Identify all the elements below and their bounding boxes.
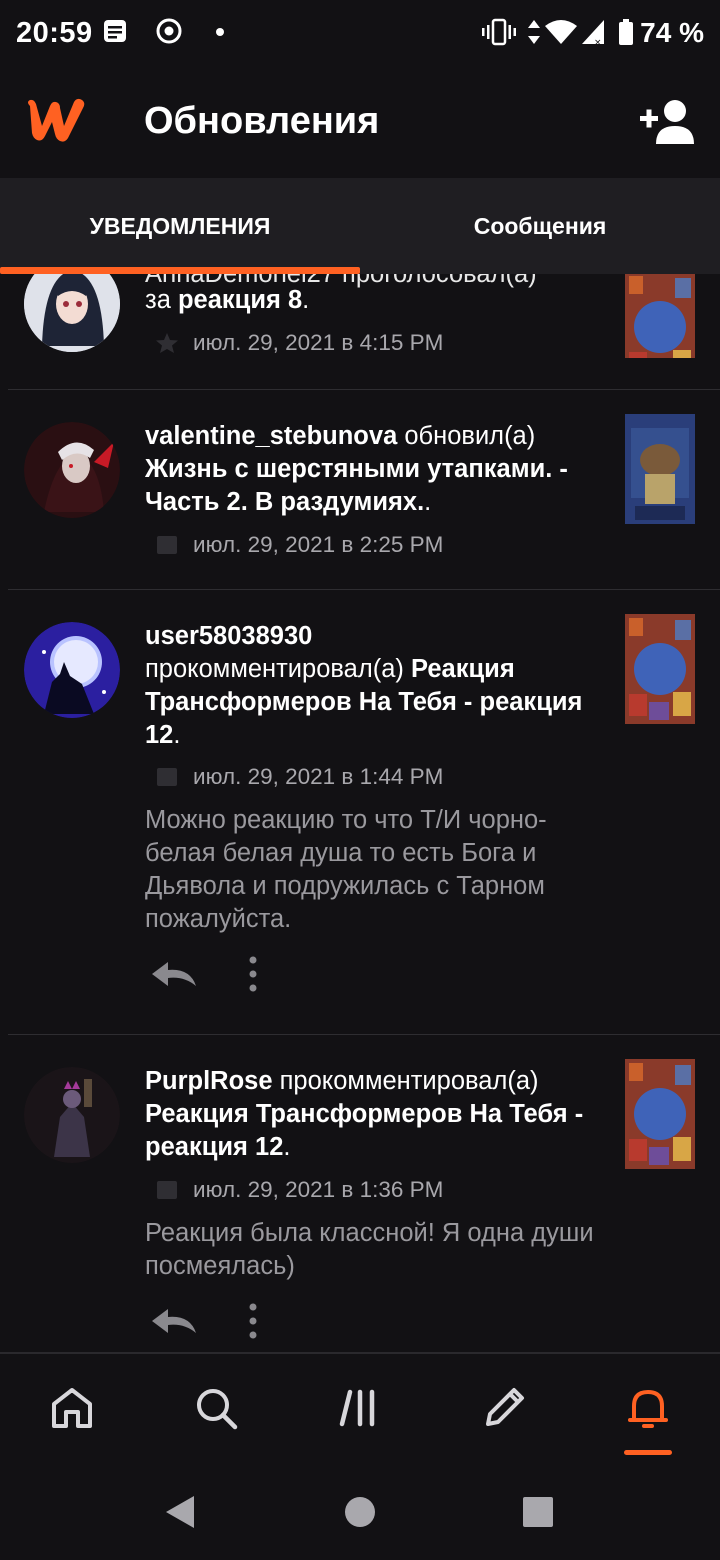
avatar-image — [24, 422, 120, 518]
comment-icon — [157, 1181, 177, 1199]
story-cover-thumbnail[interactable] — [625, 1059, 695, 1169]
tab-messages-label: Сообщения — [473, 212, 607, 239]
library-icon[interactable] — [336, 1384, 384, 1432]
notification-meta: июл. 29, 2021 в 4:15 PM — [145, 330, 443, 356]
notification-text: user58038930 прокомментировал(а) Реакция… — [145, 622, 583, 749]
notification-item[interactable]: AnnaDemonel27 проголосовал(а) за реакция… — [0, 274, 720, 390]
username[interactable]: user58038930 — [145, 622, 312, 650]
avatar-image — [24, 274, 120, 352]
notification-item[interactable]: user58038930 прокомментировал(а) Реакция… — [0, 590, 720, 1035]
recents-icon[interactable] — [522, 1496, 554, 1528]
avatar-image — [24, 622, 120, 718]
reply-icon[interactable] — [150, 958, 198, 990]
vibrate-icon — [482, 18, 516, 46]
bottom-nav — [0, 1352, 720, 1466]
tab-bar: УВЕДОМЛЕНИЯ Сообщения — [0, 178, 720, 274]
system-navigation-bar — [0, 1464, 720, 1560]
notification-item[interactable]: PurplRose прокомментировал(а) Реакция Тр… — [0, 1035, 720, 1352]
cover-image — [625, 274, 695, 358]
notification-meta: июл. 29, 2021 в 2:25 PM — [145, 532, 443, 558]
tab-messages[interactable]: Сообщения — [360, 178, 720, 274]
bell-icon[interactable] — [624, 1384, 672, 1432]
timestamp: июл. 29, 2021 в 4:15 PM — [193, 330, 444, 355]
notification-text: за реакция 8. — [145, 286, 310, 314]
avatar-image — [24, 1067, 120, 1163]
timestamp: июл. 29, 2021 в 1:44 PM — [193, 764, 444, 789]
cover-image — [625, 414, 695, 524]
story-cover-thumbnail[interactable] — [625, 614, 695, 724]
search-icon[interactable] — [192, 1384, 240, 1432]
comment-text: Реакция была классной! Я одна души посме… — [145, 1219, 594, 1280]
story-cover-thumbnail[interactable] — [625, 414, 695, 524]
notification-icon — [104, 20, 126, 42]
username[interactable]: PurplRose — [145, 1067, 273, 1095]
wattpad-logo[interactable] — [24, 96, 88, 144]
battery-icon — [619, 19, 633, 45]
notification-text: PurplRose прокомментировал(а) Реакция Тр… — [145, 1067, 584, 1161]
more-options-icon[interactable] — [238, 1301, 268, 1341]
notification-meta: июл. 29, 2021 в 1:44 PM — [145, 764, 443, 790]
active-nav-indicator — [624, 1450, 672, 1455]
comment-actions — [150, 1301, 268, 1341]
battery-percent: 74 % — [640, 17, 704, 48]
timestamp: июл. 29, 2021 в 1:36 PM — [193, 1177, 444, 1202]
tab-notifications-label: УВЕДОМЛЕНИЯ — [89, 212, 271, 239]
app-bar: Обновления — [0, 68, 720, 178]
status-time: 20:59 — [16, 17, 93, 49]
notification-meta: июл. 29, 2021 в 1:36 PM — [145, 1177, 443, 1203]
more-options-icon[interactable] — [238, 954, 268, 994]
status-bar: 20:59 × 74 % — [0, 0, 720, 68]
notification-item[interactable]: valentine_stebunova обновил(а) Жизнь с ш… — [0, 390, 720, 590]
home-icon[interactable] — [48, 1384, 96, 1432]
page-title: Обновления — [144, 100, 380, 142]
svg-text:×: × — [594, 38, 602, 46]
story-title[interactable]: Жизнь с шерстяными утапками. - Часть 2. … — [145, 455, 568, 516]
signal-icon: × — [582, 20, 604, 46]
reply-icon[interactable] — [150, 1305, 198, 1337]
wifi-icon — [545, 20, 577, 44]
avatar[interactable] — [24, 622, 120, 718]
tab-notifications[interactable]: УВЕДОМЛЕНИЯ — [0, 178, 360, 274]
timestamp: июл. 29, 2021 в 2:25 PM — [193, 532, 444, 557]
book-icon — [157, 536, 177, 554]
cover-image — [625, 1059, 695, 1169]
comment-actions — [150, 954, 268, 994]
comment-text: Можно реакцию то что Т/И чорно-белая бел… — [145, 806, 547, 933]
notifications-feed[interactable]: AnnaDemonel27 проголосовал(а) за реакция… — [0, 274, 720, 1352]
notification-text: valentine_stebunova обновил(а) Жизнь с ш… — [145, 422, 568, 516]
comment-icon — [157, 768, 177, 786]
star-icon — [156, 333, 178, 353]
data-arrows-icon — [528, 20, 540, 44]
cover-image — [625, 614, 695, 724]
story-cover-thumbnail[interactable] — [625, 274, 695, 358]
active-tab-indicator — [0, 267, 360, 274]
avatar[interactable] — [24, 422, 120, 518]
username[interactable]: valentine_stebunova — [145, 422, 397, 450]
add-user-icon[interactable] — [640, 98, 696, 146]
avatar[interactable] — [24, 1067, 120, 1163]
chrome-icon — [156, 18, 182, 44]
dot-icon — [216, 28, 224, 36]
avatar[interactable] — [24, 274, 120, 352]
write-icon[interactable] — [480, 1384, 528, 1432]
story-title[interactable]: реакция 8 — [178, 286, 302, 314]
back-icon[interactable] — [164, 1494, 196, 1530]
home-system-icon[interactable] — [344, 1496, 376, 1528]
story-title[interactable]: Реакция Трансформеров На Тебя - реакция … — [145, 1100, 583, 1161]
